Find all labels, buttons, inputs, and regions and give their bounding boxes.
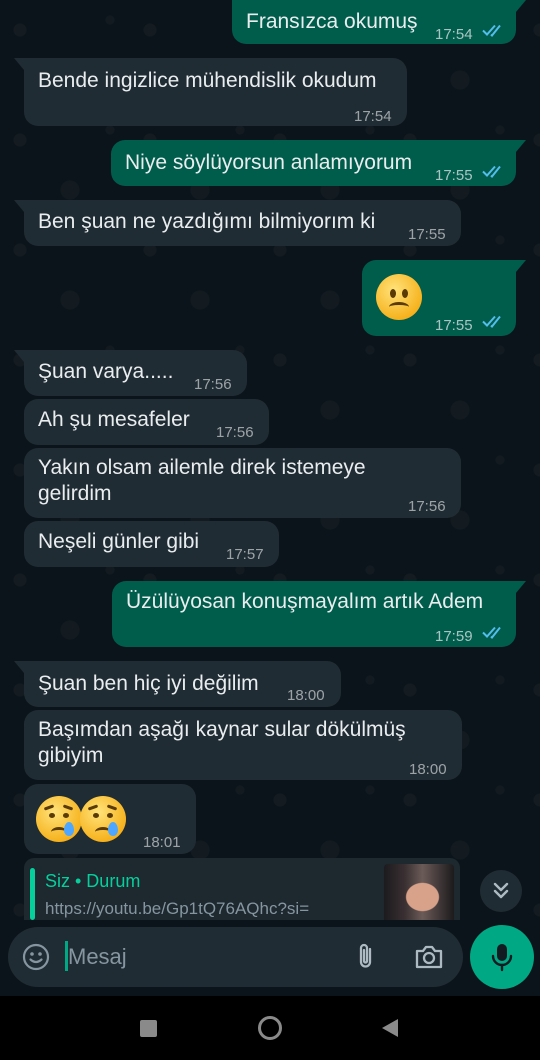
reply-thumbnail [384, 864, 454, 920]
back-icon[interactable] [380, 1017, 400, 1039]
message-outgoing[interactable]: Üzülüyosan konuşmayalım artık Adem 17:59 [112, 581, 526, 647]
message-composer[interactable]: Mesaj [8, 927, 463, 987]
camera-icon[interactable] [414, 943, 444, 971]
reply-author: Siz • Durum [45, 871, 141, 891]
mic-button[interactable] [470, 925, 534, 989]
home-icon[interactable] [258, 1016, 282, 1040]
message-text: Ben şuan ne yazdığımı bilmiyorım ki [38, 210, 376, 233]
message-time: 18:00 [409, 761, 447, 778]
message-time: 17:54 [435, 26, 473, 43]
message-text: Ah şu mesafeler [38, 408, 190, 431]
message-text: Şuan varya..... [38, 360, 174, 383]
attach-icon[interactable] [353, 942, 379, 972]
message-incoming[interactable]: Yakın olsam ailemle direk istemeye gelir… [24, 448, 461, 518]
system-navigation-bar [0, 996, 540, 1060]
message-incoming[interactable]: Şuan varya..... 17:56 [14, 350, 247, 396]
message-outgoing[interactable]: Fransızca okumuş 17:54 [232, 0, 526, 44]
message-time: 17:55 [408, 226, 446, 243]
read-ticks-icon [482, 315, 501, 328]
message-incoming[interactable]: Ben şuan ne yazdığımı bilmiyorım ki 17:5… [14, 200, 461, 246]
message-incoming[interactable]: Bende ingizlice mühendislik okudum 17:54 [14, 58, 407, 126]
message-text: Niye söylüyorsun anlamıyorum [125, 151, 413, 174]
message-time: 17:56 [216, 424, 254, 441]
recent-apps-icon[interactable] [140, 1020, 157, 1037]
read-ticks-icon [482, 626, 501, 639]
message-text: Bende ingizlice mühendislik okudum [38, 69, 377, 92]
frowning-face-emoji [376, 274, 422, 320]
message-text: Şuan ben hiç iyi değilim [38, 672, 259, 695]
message-outgoing[interactable]: Niye söylüyorsun anlamıyorum 17:55 [111, 140, 526, 186]
status-reply-preview[interactable]: Siz • Durum https://youtu.be/Gp1tQ76AQhc… [24, 858, 460, 920]
message-time: 17:56 [194, 376, 232, 393]
reply-link: https://youtu.be/Gp1tQ76AQhc?si= [45, 899, 310, 918]
crying-face-emoji [80, 796, 126, 842]
message-text: Fransızca okumuş [246, 10, 418, 33]
message-incoming[interactable]: Neşeli günler gibi 17:57 [24, 521, 279, 567]
message-time: 17:55 [435, 317, 473, 334]
reply-accent-bar [30, 868, 35, 920]
message-input[interactable]: Mesaj [68, 944, 127, 970]
message-time: 17:57 [226, 546, 264, 563]
message-text: Yakın olsam ailemle direk istemeye gelir… [38, 456, 366, 505]
message-incoming[interactable]: 18:01 [24, 784, 196, 854]
message-incoming[interactable]: Şuan ben hiç iyi değilim 18:00 [14, 661, 341, 707]
message-outgoing[interactable]: 17:55 [362, 260, 526, 336]
message-time: 17:56 [408, 498, 446, 515]
message-time: 17:54 [354, 108, 392, 125]
message-text: Üzülüyosan konuşmayalım artık Adem [126, 590, 484, 613]
message-time: 18:01 [143, 834, 181, 851]
read-ticks-icon [482, 165, 501, 178]
message-text: Başımdan aşağı kaynar sular dökülmüş gib… [38, 718, 406, 767]
emoji-icon[interactable] [22, 943, 50, 971]
scroll-down-button[interactable] [480, 870, 522, 912]
chat-area[interactable]: Fransızca okumuş 17:54 Bende ingizlice m… [0, 0, 540, 920]
message-incoming[interactable]: Başımdan aşağı kaynar sular dökülmüş gib… [24, 710, 462, 780]
message-time: 18:00 [287, 687, 325, 704]
message-time: 17:55 [435, 167, 473, 184]
message-incoming[interactable]: Ah şu mesafeler 17:56 [24, 399, 269, 445]
mic-icon [491, 944, 513, 972]
scroll-down-icon [493, 882, 509, 899]
message-text: Neşeli günler gibi [38, 530, 200, 553]
message-time: 17:59 [435, 628, 473, 645]
read-ticks-icon [482, 24, 501, 37]
crying-face-emoji [36, 796, 82, 842]
